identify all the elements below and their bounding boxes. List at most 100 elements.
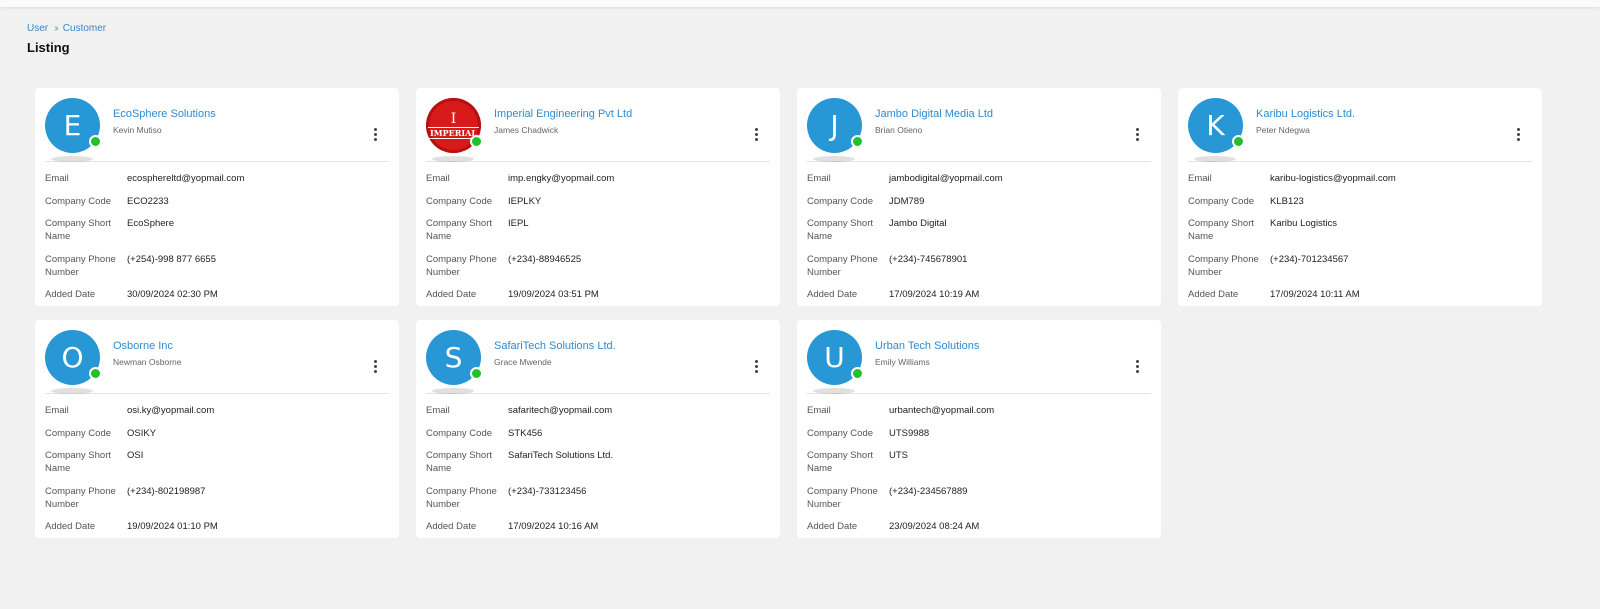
avatar-wrap: U bbox=[807, 330, 864, 394]
company-name-link[interactable]: Jambo Digital Media Ltd bbox=[875, 108, 993, 120]
added-date-value: 17/09/2024 10:16 AM bbox=[508, 521, 599, 532]
card-header: U Urban Tech Solutions Emily Williams bbox=[807, 330, 1151, 394]
more-options-icon[interactable] bbox=[374, 128, 377, 141]
added-date-label: Added Date bbox=[426, 521, 477, 532]
customer-card[interactable]: E EcoSphere Solutions Kevin Mutiso Email… bbox=[35, 88, 399, 306]
more-options-icon[interactable] bbox=[1136, 128, 1139, 141]
card-fields: Email urbantech@yopmail.com Company Code… bbox=[807, 394, 1151, 533]
company-code-row: Company Code KLB123 bbox=[1188, 195, 1532, 208]
company-phone-value: (+234)-802198987 bbox=[127, 485, 206, 497]
email-label: Email bbox=[807, 173, 831, 184]
company-phone-label: Company Phone Number bbox=[807, 253, 878, 278]
customer-card[interactable]: I IMPERIAL Imperial Engineering Pvt Ltd J… bbox=[416, 88, 780, 306]
online-status-icon bbox=[851, 135, 864, 148]
company-short-name-value: IEPL bbox=[508, 218, 529, 229]
customer-card[interactable]: O Osborne Inc Newman Osborne Email osi.k… bbox=[35, 320, 399, 538]
avatar-wrap: O bbox=[45, 330, 102, 394]
company-name-link[interactable]: Imperial Engineering Pvt Ltd bbox=[494, 108, 632, 120]
company-phone-label: Company Phone Number bbox=[45, 253, 116, 278]
added-date-value: 17/09/2024 10:19 AM bbox=[889, 289, 980, 300]
breadcrumb-customer[interactable]: Customer bbox=[63, 23, 106, 34]
company-short-name-label: Company Short Name bbox=[45, 218, 112, 242]
avatar-wrap: E bbox=[45, 98, 102, 162]
customer-card[interactable]: K Karibu Logistics Ltd. Peter Ndegwa Ema… bbox=[1178, 88, 1542, 306]
contact-name: Peter Ndegwa bbox=[1256, 125, 1310, 135]
email-value: safaritech@yopmail.com bbox=[508, 405, 613, 416]
customer-card[interactable]: J Jambo Digital Media Ltd Brian Otieno E… bbox=[797, 88, 1161, 306]
avatar-shadow bbox=[51, 388, 93, 394]
company-phone-value: (+234)-733123456 bbox=[508, 485, 587, 497]
breadcrumb-user[interactable]: User bbox=[27, 23, 48, 34]
company-phone-label: Company Phone Number bbox=[426, 253, 497, 278]
email-label: Email bbox=[426, 405, 450, 416]
email-value: ecosphereltd@yopmail.com bbox=[127, 173, 245, 184]
company-short-name-label: Company Short Name bbox=[45, 450, 112, 474]
breadcrumb-separator-icon: ›› bbox=[54, 23, 58, 34]
customer-card[interactable]: S SafariTech Solutions Ltd. Grace Mwende… bbox=[416, 320, 780, 538]
added-date-value: 30/09/2024 02:30 PM bbox=[127, 289, 218, 300]
company-name-link[interactable]: Osborne Inc bbox=[113, 340, 182, 352]
card-fields: Email imp.engky@yopmail.com Company Code… bbox=[426, 162, 770, 301]
company-phone-row: Company Phone Number (+234)-701234567 bbox=[1188, 253, 1532, 279]
more-options-icon[interactable] bbox=[755, 360, 758, 373]
company-phone-row: Company Phone Number (+234)-88946525 bbox=[426, 253, 770, 279]
avatar-shadow bbox=[51, 156, 93, 162]
more-options-icon[interactable] bbox=[1517, 128, 1520, 141]
company-code-value: JDM789 bbox=[889, 195, 925, 207]
avatar-shadow bbox=[432, 388, 474, 394]
online-status-icon bbox=[89, 367, 102, 380]
avatar-wrap: S bbox=[426, 330, 483, 394]
more-options-icon[interactable] bbox=[1136, 360, 1139, 373]
added-date-value: 23/09/2024 08:24 AM bbox=[889, 521, 980, 532]
company-name-link[interactable]: EcoSphere Solutions bbox=[113, 108, 216, 120]
company-code-label: Company Code bbox=[45, 427, 112, 439]
more-options-icon[interactable] bbox=[755, 128, 758, 141]
customer-card[interactable]: U Urban Tech Solutions Emily Williams Em… bbox=[797, 320, 1161, 538]
added-date-row: Added Date 30/09/2024 02:30 PM bbox=[45, 288, 389, 301]
company-phone-value: (+234)-745678901 bbox=[889, 253, 968, 265]
card-header: O Osborne Inc Newman Osborne bbox=[45, 330, 389, 394]
company-short-name-row: Company Short Name Karibu Logistics bbox=[1188, 217, 1532, 243]
more-options-icon[interactable] bbox=[374, 360, 377, 373]
company-name-link[interactable]: Urban Tech Solutions bbox=[875, 340, 979, 352]
company-code-value: ECO2233 bbox=[127, 195, 169, 207]
email-value: karibu-logistics@yopmail.com bbox=[1270, 173, 1396, 184]
added-date-label: Added Date bbox=[807, 289, 858, 300]
company-short-name-row: Company Short Name Jambo Digital bbox=[807, 217, 1151, 243]
company-phone-label: Company Phone Number bbox=[807, 485, 878, 510]
added-date-value: 19/09/2024 01:10 PM bbox=[127, 521, 218, 532]
customer-card-grid: E EcoSphere Solutions Kevin Mutiso Email… bbox=[35, 88, 1542, 538]
page-title: Listing bbox=[27, 40, 70, 55]
email-row: Email jambodigital@yopmail.com bbox=[807, 172, 1151, 185]
company-short-name-row: Company Short Name IEPL bbox=[426, 217, 770, 243]
online-status-icon bbox=[851, 367, 864, 380]
contact-name: Kevin Mutiso bbox=[113, 125, 162, 135]
top-bar bbox=[0, 0, 1600, 7]
logo-pillar: I bbox=[450, 111, 457, 127]
company-code-row: Company Code STK456 bbox=[426, 427, 770, 440]
card-fields: Email osi.ky@yopmail.com Company Code OS… bbox=[45, 394, 389, 533]
company-short-name-label: Company Short Name bbox=[807, 450, 874, 474]
avatar-shadow bbox=[813, 156, 855, 162]
email-label: Email bbox=[1188, 173, 1212, 184]
company-short-name-value: EcoSphere bbox=[127, 218, 175, 229]
contact-name: Newman Osborne bbox=[113, 357, 182, 367]
email-row: Email osi.ky@yopmail.com bbox=[45, 404, 389, 417]
company-name-link[interactable]: Karibu Logistics Ltd. bbox=[1256, 108, 1355, 120]
company-phone-value: (+234)-234567889 bbox=[889, 485, 968, 497]
added-date-row: Added Date 19/09/2024 03:51 PM bbox=[426, 288, 770, 301]
company-short-name-label: Company Short Name bbox=[426, 450, 493, 474]
company-phone-row: Company Phone Number (+254)-998 877 6655 bbox=[45, 253, 389, 279]
card-fields: Email ecosphereltd@yopmail.com Company C… bbox=[45, 162, 389, 301]
email-value: jambodigital@yopmail.com bbox=[889, 173, 1003, 184]
added-date-label: Added Date bbox=[807, 521, 858, 532]
added-date-label: Added Date bbox=[45, 289, 96, 300]
added-date-row: Added Date 17/09/2024 10:16 AM bbox=[426, 520, 770, 533]
email-value: osi.ky@yopmail.com bbox=[127, 405, 215, 416]
company-code-value: OSIKY bbox=[127, 427, 157, 439]
company-name-link[interactable]: SafariTech Solutions Ltd. bbox=[494, 340, 616, 352]
card-header: K Karibu Logistics Ltd. Peter Ndegwa bbox=[1188, 98, 1532, 162]
company-short-name-label: Company Short Name bbox=[1188, 218, 1255, 242]
contact-name: Grace Mwende bbox=[494, 357, 552, 367]
avatar-wrap: J bbox=[807, 98, 864, 162]
